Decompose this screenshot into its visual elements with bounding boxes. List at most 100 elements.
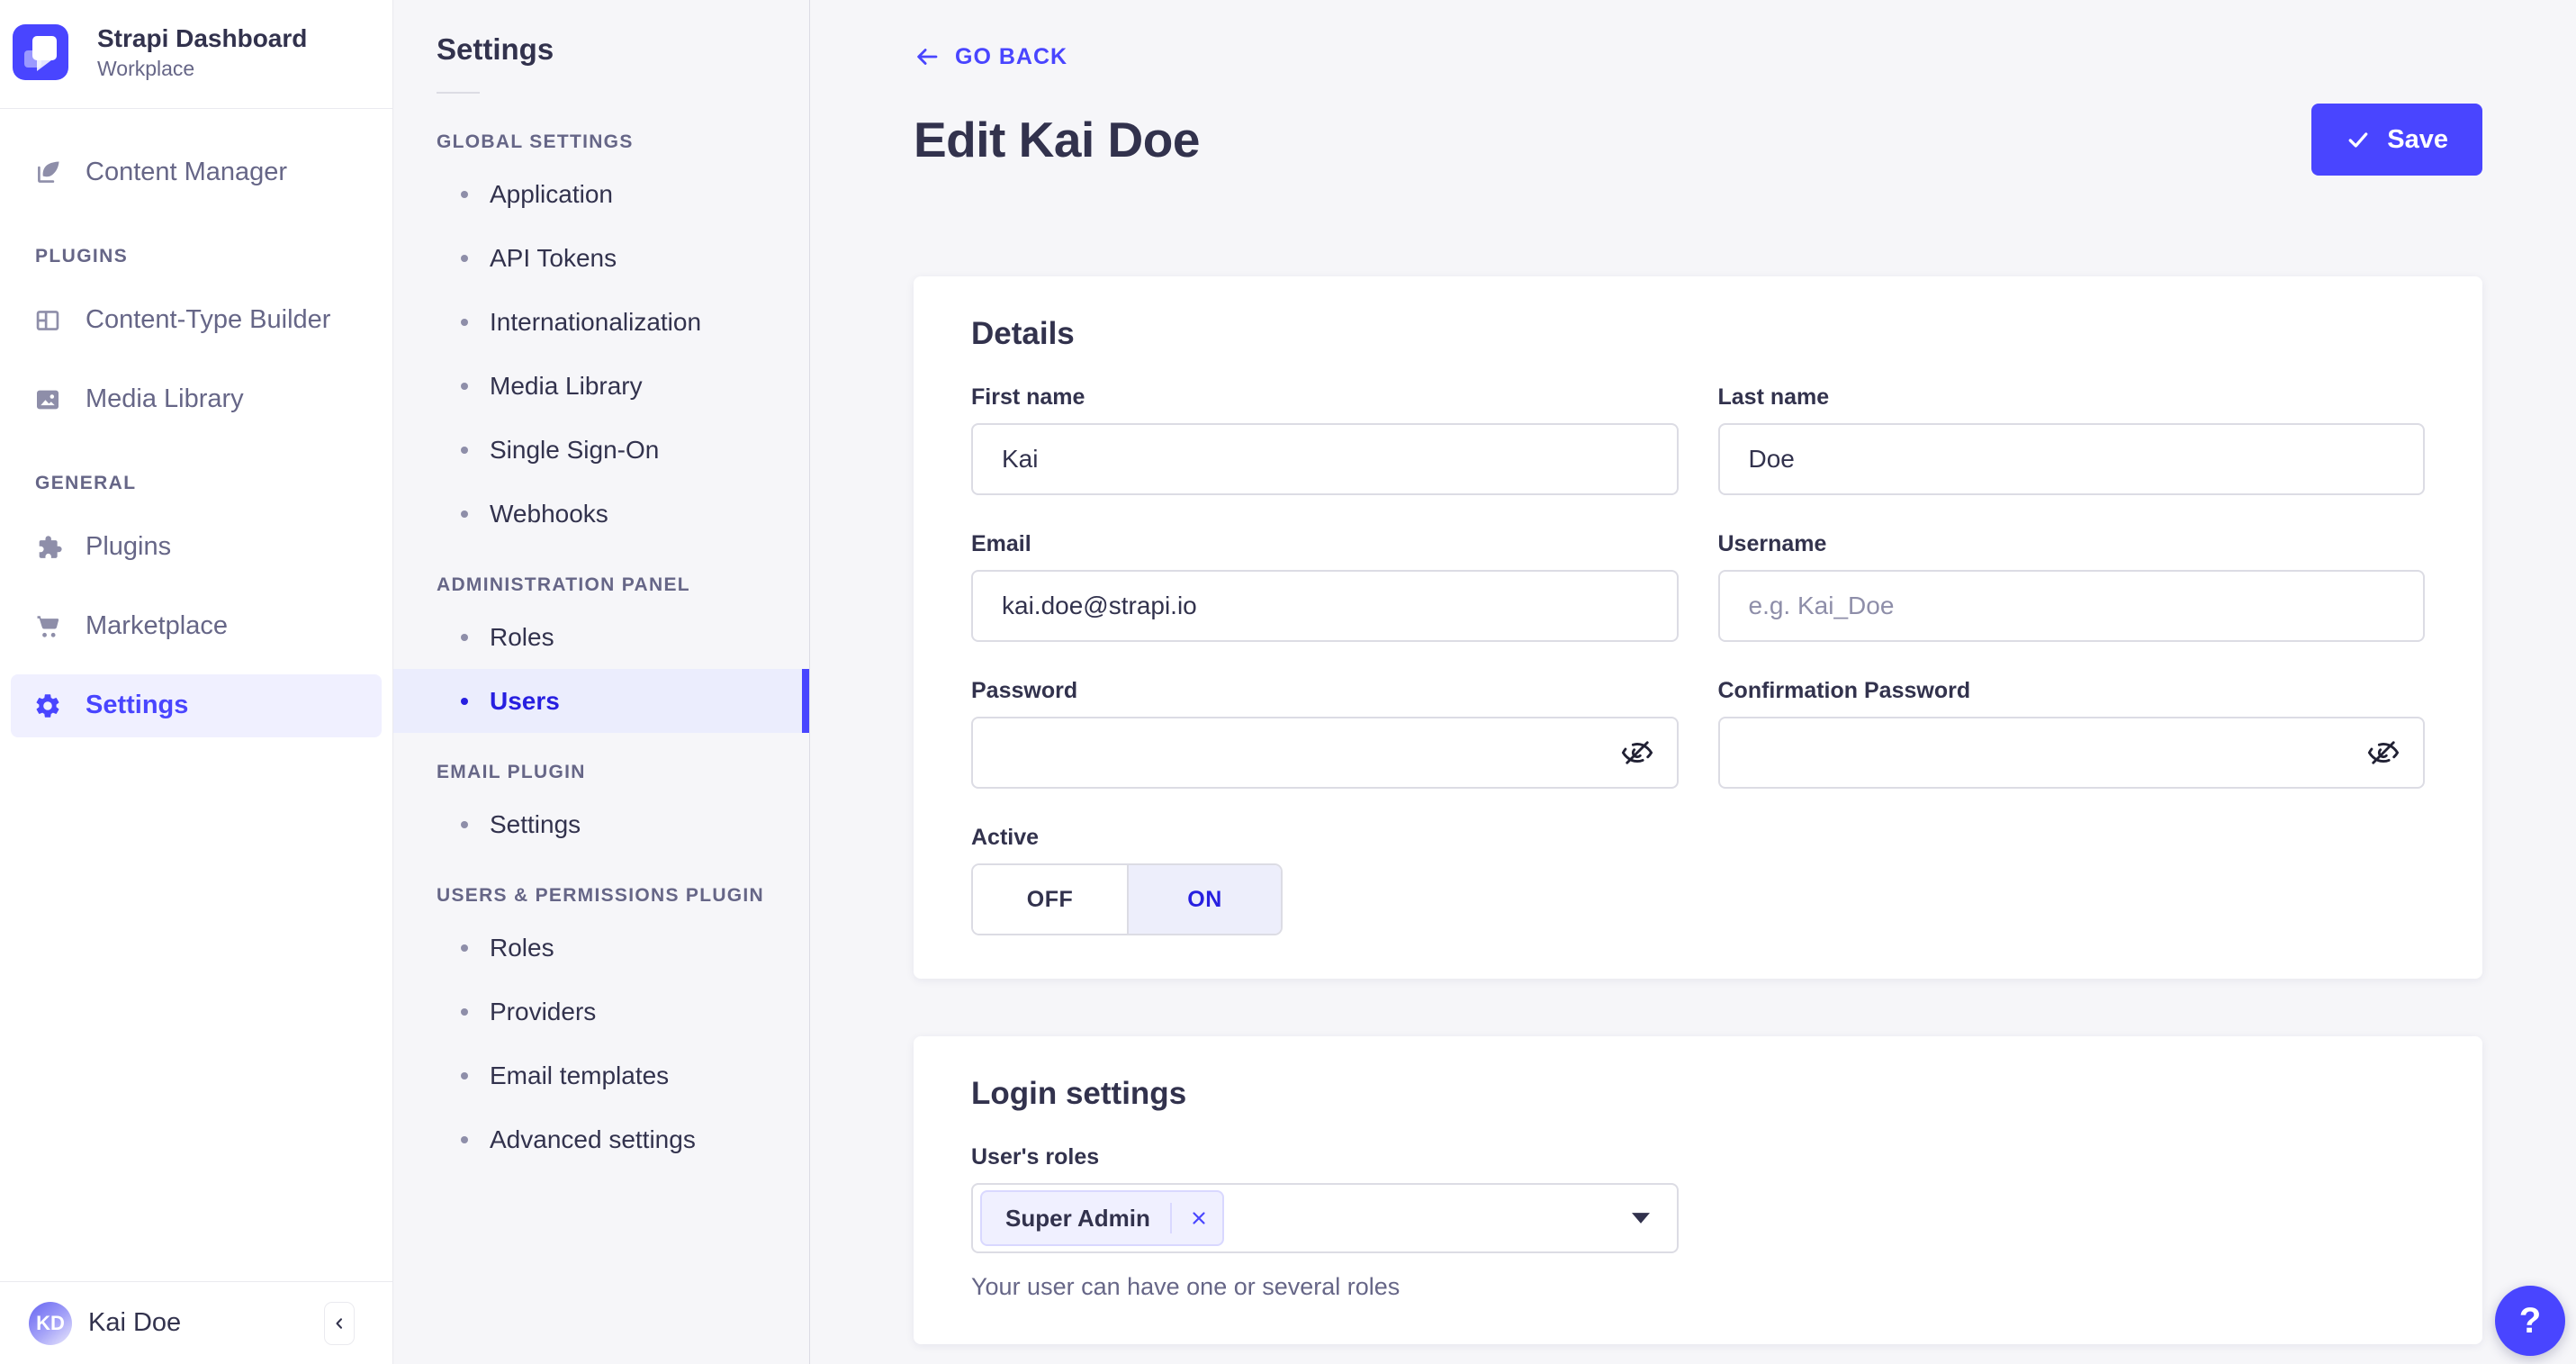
sidebar-item-label: Content-Type Builder [86,305,331,335]
go-back-link[interactable]: GO BACK [914,43,1067,70]
last-name-field[interactable] [1717,423,2425,495]
subnav-item-advanced-settings[interactable]: Advanced settings [393,1107,809,1171]
details-card: Details First name Last name Email Usern… [914,276,2482,979]
arrow-left-icon [914,43,941,70]
bullet-icon [461,820,468,828]
close-icon [1188,1207,1210,1229]
eye-slash-icon [1621,736,1653,769]
toggle-password-visibility-button[interactable] [1621,736,1653,769]
first-name-field-group: First name [971,384,1679,495]
subnav-item-label: Roles [490,933,554,962]
user-name: Kai Doe [88,1308,182,1337]
last-name-field-group: Last name [1717,384,2425,495]
sidebar-item-content-manager[interactable]: Content Manager [11,141,382,204]
bullet-icon [461,318,468,326]
bullet-icon [461,382,468,390]
subnav-item-label: Email templates [490,1061,670,1089]
subnav-item-webhooks[interactable]: Webhooks [393,482,809,546]
username-field[interactable] [1717,570,2425,642]
subnav-section-administration-panel: ADMINISTRATION PANEL Roles Users [393,574,809,733]
subnav-item-admin-roles[interactable]: Roles [393,605,809,669]
subnav-item-label: Providers [490,997,597,1025]
sidebar-section-general: GENERAL Plugins Marketplace Settings [0,473,392,737]
email-field-group: Email [971,531,1679,642]
subnav-item-label: Settings [490,809,581,838]
subnav-item-single-sign-on[interactable]: Single Sign-On [393,418,809,482]
layout-grid-icon [33,306,62,335]
last-name-label: Last name [1717,384,1830,410]
subnav-item-label: Roles [490,622,554,651]
strapi-logo [13,23,68,80]
remove-role-button[interactable] [1175,1190,1222,1246]
toggle-confirmation-visibility-button[interactable] [2367,736,2400,769]
subnav-section-users-permissions-plugin: USERS & PERMISSIONS PLUGIN Roles Provide… [393,885,809,1171]
subnav-item-api-tokens[interactable]: API Tokens [393,226,809,290]
workspace-titles: Strapi Dashboard Workplace [97,23,307,81]
feather-edit-icon [33,158,62,187]
bullet-icon [461,1135,468,1143]
subnav-item-admin-users[interactable]: Users [393,669,809,733]
toggle-on-button[interactable]: ON [1127,865,1281,934]
subnav-section-global-settings: GLOBAL SETTINGS Application API Tokens I… [393,131,809,546]
subnav-item-label: Webhooks [490,499,608,528]
email-field[interactable] [971,570,1679,642]
sidebar-item-settings[interactable]: Settings [11,673,382,737]
active-toggle: OFF ON [971,863,1283,935]
subnav-item-internationalization[interactable]: Internationalization [393,290,809,354]
login-settings-heading: Login settings [971,1076,1187,1111]
sidebar-item-label: Content Manager [86,158,288,187]
subnav-item-up-roles[interactable]: Roles [393,916,809,980]
first-name-field[interactable] [971,423,1679,495]
subnav-item-label: Media Library [490,371,643,400]
subnav-sections: GLOBAL SETTINGS Application API Tokens I… [393,94,809,1171]
subnav-item-label: Internationalization [490,307,702,336]
picture-icon [33,385,62,414]
page-title: Edit Kai Doe [914,112,1200,167]
details-fields: First name Last name Email Username Pass… [971,384,2425,789]
confirmation-password-label: Confirmation Password [1717,678,1971,703]
password-input-wrap [971,717,1679,789]
sidebar-section-plugins: PLUGINS Content-Type Builder Media Libra… [0,246,392,431]
active-label: Active [971,825,1040,850]
sidebar-item-plugins[interactable]: Plugins [11,516,382,579]
password-field[interactable] [971,717,1679,789]
subnav-item-providers[interactable]: Providers [393,980,809,1043]
toggle-off-button[interactable]: OFF [973,865,1127,934]
subnav-item-media-library[interactable]: Media Library [393,354,809,418]
password-label: Password [971,678,1078,703]
subnav-item-label: Advanced settings [490,1125,696,1153]
roles-helper-text: Your user can have one or several roles [971,1273,1401,1300]
sidebar-item-content-type-builder[interactable]: Content-Type Builder [11,289,382,352]
subnav-item-label: Single Sign-On [490,435,660,464]
bullet-icon [461,697,468,705]
sidebar-item-label: Media Library [86,384,244,414]
subnav-item-email-templates[interactable]: Email templates [393,1043,809,1107]
sidebar-item-label: Settings [86,691,189,720]
chevron-left-icon [330,1314,348,1332]
page-header: Edit Kai Doe Save [914,104,2482,176]
users-roles-select[interactable]: Super Admin [971,1183,1679,1253]
sidebar-item-marketplace[interactable]: Marketplace [11,595,382,658]
bullet-icon [461,254,468,262]
collapse-sidebar-button[interactable] [324,1301,355,1345]
subnav-item-label: API Tokens [490,243,617,272]
subnav-title: Settings [437,32,554,66]
subnav-item-email-settings[interactable]: Settings [393,792,809,856]
users-roles-label: User's roles [971,1144,1100,1170]
details-heading: Details [971,316,1075,351]
workspace-name: Workplace [97,56,195,80]
bullet-icon [461,510,468,518]
bullet-icon [461,633,468,641]
confirmation-password-field[interactable] [1717,717,2425,789]
save-button[interactable]: Save [2311,104,2482,176]
section-title: PLUGINS [35,245,129,266]
login-settings-card: Login settings User's roles Super Admin … [914,1036,2482,1344]
eye-slash-icon [2367,736,2400,769]
subnav-item-application[interactable]: Application [393,162,809,226]
sidebar-nav: Content Manager PLUGINS Content-Type Bui… [0,109,392,1281]
bullet-icon [461,446,468,454]
help-button[interactable]: ? [2495,1286,2565,1356]
sidebar-item-media-library[interactable]: Media Library [11,368,382,431]
sidebar-item-label: Plugins [86,532,172,562]
settings-subnav: Settings GLOBAL SETTINGS Application API… [393,0,810,1364]
